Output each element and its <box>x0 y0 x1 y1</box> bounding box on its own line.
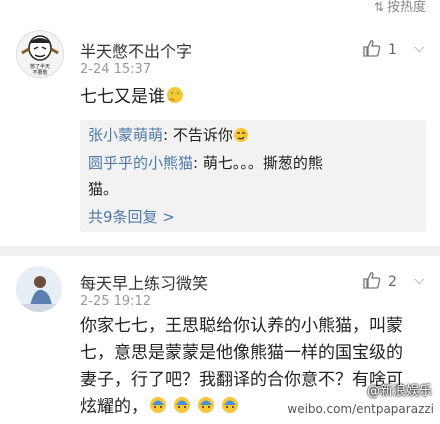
comment-username[interactable]: 半天憋不出个字 <box>80 38 192 62</box>
reply-username[interactable]: 圆乎乎的小熊猫 <box>88 154 193 172</box>
watermark-logo: @新浪娱乐 <box>366 384 432 399</box>
user-photo-icon <box>16 266 62 312</box>
comment-username[interactable]: 每天早上练习微笑 <box>80 270 208 294</box>
meme-face-icon: 憋了半天 不要憋 <box>21 35 59 76</box>
top-bar: ⇅ 按热度 <box>0 0 440 15</box>
watermark-url: weibo.com/entpaparazzi <box>287 402 434 416</box>
avatar[interactable] <box>16 266 62 312</box>
reply-username[interactable]: 张小蒙萌萌 <box>88 126 163 144</box>
smirk-emoji-icon <box>233 125 249 151</box>
thumbs-up-icon <box>363 40 381 57</box>
avatar[interactable]: 憋了半天 不要憋 <box>16 30 64 78</box>
comment-divider <box>0 246 440 256</box>
reply-1: 张小蒙萌萌: 不告诉你 <box>88 122 418 151</box>
sort-by-hot-button[interactable]: ⇅ 按热度 <box>374 0 426 15</box>
more-options-icon[interactable]: ⌵ <box>414 40 425 56</box>
thinking-emoji-icon <box>165 85 185 114</box>
view-all-replies-link[interactable]: 共9条回复 > <box>88 206 175 227</box>
sort-icon: ⇅ <box>373 0 384 14</box>
comment-time: 2-24 15:37 <box>80 62 152 77</box>
comment-line: 你家七七，王思聪给你认养的小熊猫，叫蒙 <box>80 316 403 336</box>
more-options-icon[interactable]: ⌵ <box>414 272 425 288</box>
comment-text: 七七又是谁 <box>80 84 185 114</box>
reply-2: 圆乎乎的小熊猫: 萌七。。。撕葱的熊猫。 <box>88 150 338 202</box>
thumbs-up-icon <box>363 272 381 289</box>
like-button[interactable]: 2 <box>362 270 397 290</box>
reply-text: : 不告诉你 <box>163 126 233 144</box>
svg-text:不要憋: 不要憋 <box>32 69 47 76</box>
comment-line: 七，意思是蒙蒙是他像熊猫一样的国宝级的 <box>80 343 403 363</box>
reply-box: 张小蒙萌萌: 不告诉你 圆乎乎的小熊猫: 萌七。。。撕葱的熊猫。 共9条回复 > <box>80 120 426 232</box>
like-count: 2 <box>388 274 397 290</box>
sort-label: 按热度 <box>386 0 426 15</box>
comment-time: 2-25 19:12 <box>80 294 152 309</box>
baby-emoji-icon <box>148 395 240 424</box>
like-count: 1 <box>388 42 397 58</box>
svg-text:憋了半天: 憋了半天 <box>30 63 50 70</box>
like-button[interactable]: 1 <box>362 38 397 58</box>
